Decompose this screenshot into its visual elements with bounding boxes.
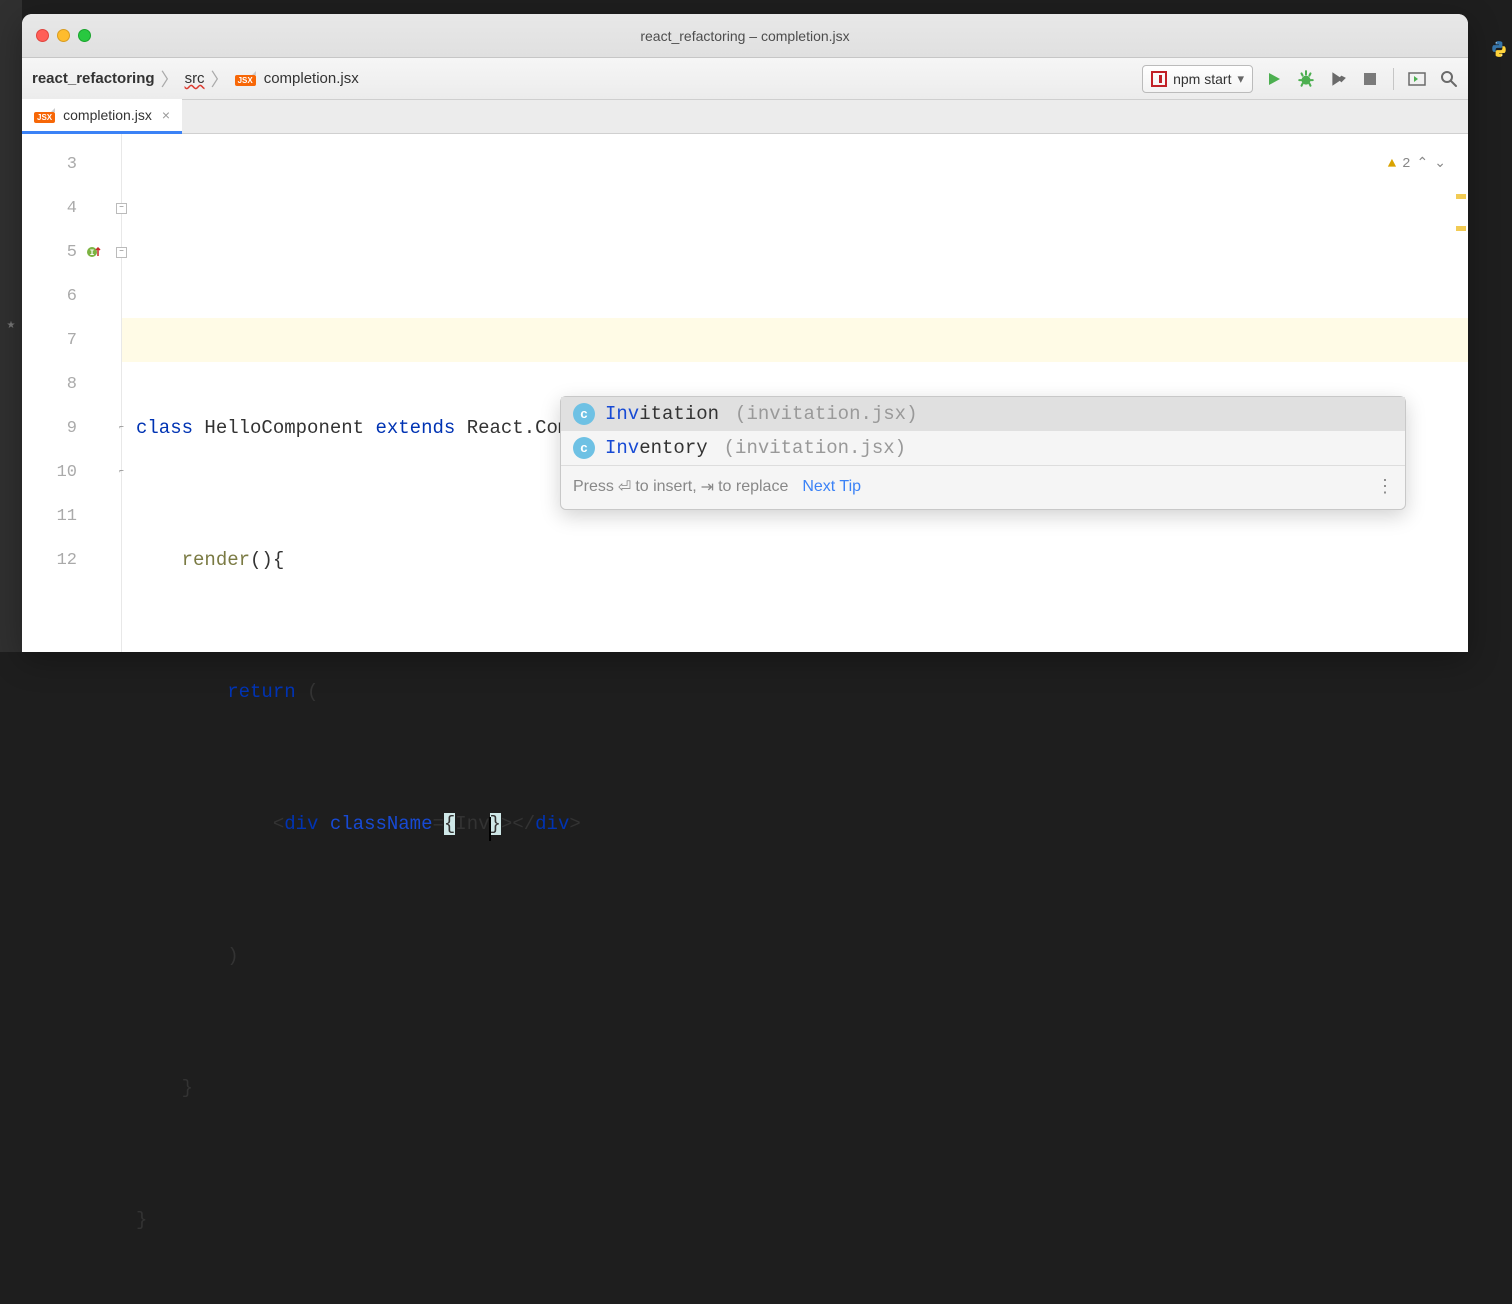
- prev-problem-button[interactable]: ⌃: [1417, 142, 1429, 186]
- breadcrumb-file[interactable]: completion.jsx: [264, 70, 359, 87]
- jsx-file-icon: JSX: [34, 112, 55, 123]
- dropdown-arrow-icon: ▾: [1237, 71, 1244, 87]
- enter-key-icon: ⏎: [618, 477, 631, 497]
- toolbar: react_refactoring 〉 src 〉 JSX completion…: [22, 58, 1468, 100]
- completion-popup[interactable]: c Invitation (invitation.jsx) c Inventor…: [560, 396, 1406, 510]
- code-area[interactable]: class HelloComponent extends React.Compo…: [122, 134, 1468, 652]
- line-number: 8: [67, 375, 77, 394]
- ide-window: react_refactoring – completion.jsx react…: [22, 14, 1468, 652]
- run-config-selector[interactable]: npm start ▾: [1142, 65, 1253, 93]
- run-anything-button[interactable]: [1408, 70, 1426, 88]
- python-icon: [1490, 40, 1508, 58]
- svg-text:I: I: [90, 249, 95, 258]
- completion-item[interactable]: c Invitation (invitation.jsx): [561, 397, 1405, 431]
- titlebar: react_refactoring – completion.jsx: [22, 14, 1468, 58]
- breadcrumb-separator: 〉: [161, 66, 179, 92]
- editor-tab-bar: JSX completion.jsx ×: [22, 100, 1468, 134]
- coverage-button[interactable]: [1329, 70, 1347, 88]
- class-badge-icon: c: [573, 437, 595, 459]
- next-problem-button[interactable]: ⌄: [1434, 142, 1446, 186]
- completion-footer: Press ⏎ to insert, ⇥ to replace Next Tip…: [561, 465, 1405, 509]
- breadcrumb[interactable]: react_refactoring 〉 src 〉 JSX completion…: [32, 66, 359, 92]
- jsx-file-icon: JSX: [235, 75, 256, 86]
- run-config-label: npm start: [1173, 71, 1231, 87]
- run-button[interactable]: [1265, 70, 1283, 88]
- next-tip-link[interactable]: Next Tip: [802, 478, 861, 496]
- completion-location: (invitation.jsx): [724, 437, 906, 459]
- search-everywhere-button[interactable]: [1440, 70, 1458, 88]
- stop-button[interactable]: [1361, 70, 1379, 88]
- line-number: 12: [57, 551, 77, 570]
- breadcrumb-separator: 〉: [211, 66, 229, 92]
- completion-location: (invitation.jsx): [735, 403, 917, 425]
- window-maximize-button[interactable]: [78, 29, 91, 42]
- tab-label: completion.jsx: [63, 107, 152, 123]
- npm-icon: [1151, 71, 1167, 87]
- more-options-button[interactable]: ⋮: [1376, 476, 1393, 497]
- override-icon[interactable]: I: [87, 245, 101, 259]
- warning-count: 2: [1402, 142, 1410, 186]
- line-number: 4: [67, 199, 77, 218]
- tab-key-icon: ⇥: [701, 477, 714, 497]
- window-close-button[interactable]: [36, 29, 49, 42]
- window-title: react_refactoring – completion.jsx: [640, 28, 849, 44]
- line-number: 10: [57, 463, 77, 482]
- tab-close-button[interactable]: ×: [162, 107, 170, 123]
- breadcrumb-folder[interactable]: src: [185, 70, 205, 87]
- problems-widget[interactable]: ▲ 2 ⌃ ⌄: [1388, 142, 1446, 186]
- line-number: 11: [57, 507, 77, 526]
- completion-item[interactable]: c Inventory (invitation.jsx): [561, 431, 1405, 465]
- breadcrumb-project[interactable]: react_refactoring: [32, 70, 155, 87]
- line-number: 7: [67, 331, 77, 350]
- warning-icon: ▲: [1388, 142, 1396, 186]
- debug-button[interactable]: [1297, 70, 1315, 88]
- line-number: 5: [67, 243, 77, 262]
- gutter[interactable]: 3 4 − 5 I − 6 7 8 9 ⌐ 10 ⌐ 11 12: [22, 134, 122, 652]
- line-number: 6: [67, 287, 77, 306]
- line-number: 3: [67, 155, 77, 174]
- class-badge-icon: c: [573, 403, 595, 425]
- editor-tab-active[interactable]: JSX completion.jsx ×: [22, 99, 182, 134]
- editor[interactable]: 3 4 − 5 I − 6 7 8 9 ⌐ 10 ⌐ 11 12 class H…: [22, 134, 1468, 652]
- background-sidebar: ★: [0, 0, 22, 652]
- window-minimize-button[interactable]: [57, 29, 70, 42]
- line-number: 9: [67, 419, 77, 438]
